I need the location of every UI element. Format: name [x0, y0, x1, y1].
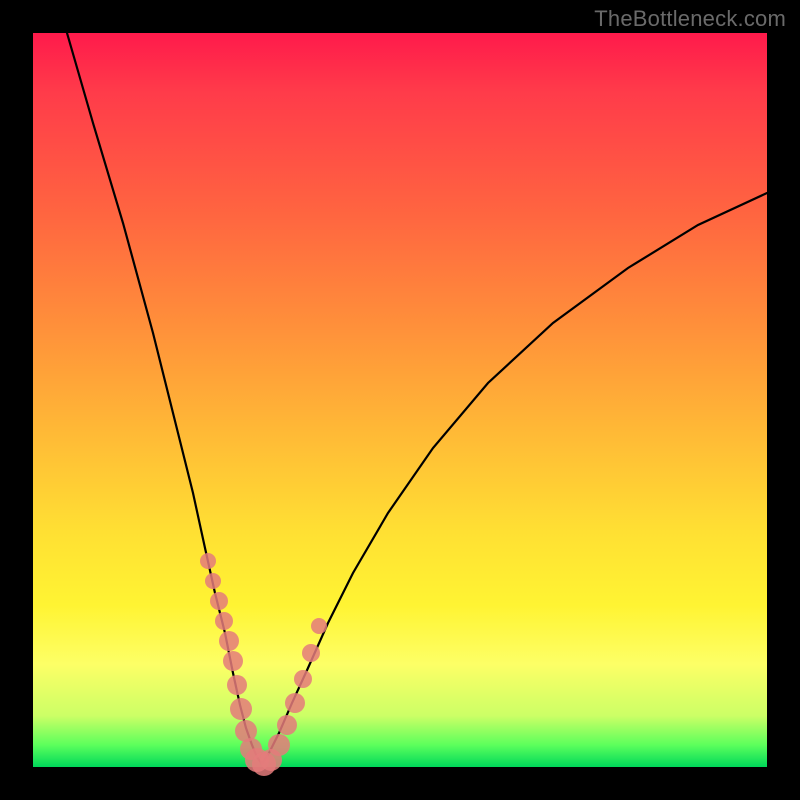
data-dot: [302, 644, 320, 662]
data-dot: [230, 698, 252, 720]
watermark-text: TheBottleneck.com: [594, 6, 786, 32]
data-dot: [223, 651, 243, 671]
curve-right: [262, 193, 767, 764]
data-dot: [294, 670, 312, 688]
plot-area: [33, 33, 767, 767]
data-dot: [205, 573, 221, 589]
data-dots: [200, 553, 327, 776]
data-dot: [219, 631, 239, 651]
data-dot: [277, 715, 297, 735]
data-dot: [311, 618, 327, 634]
chart-frame: TheBottleneck.com: [0, 0, 800, 800]
data-dot: [227, 675, 247, 695]
data-dot: [268, 734, 290, 756]
data-dot: [200, 553, 216, 569]
data-dot: [215, 612, 233, 630]
data-dot: [210, 592, 228, 610]
chart-svg: [33, 33, 767, 767]
data-dot: [285, 693, 305, 713]
